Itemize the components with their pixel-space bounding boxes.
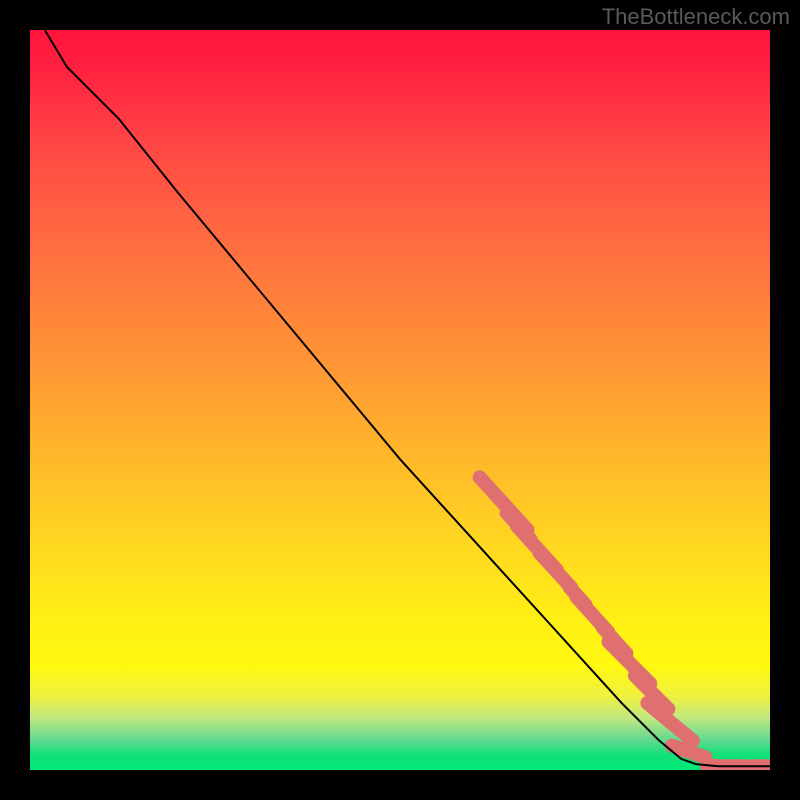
chart-markers	[480, 477, 770, 767]
watermark-text: TheBottleneck.com	[602, 4, 790, 30]
chart-curve-line	[45, 30, 770, 766]
chart-plot-area	[30, 30, 770, 770]
chart-svg-overlay	[30, 30, 770, 770]
